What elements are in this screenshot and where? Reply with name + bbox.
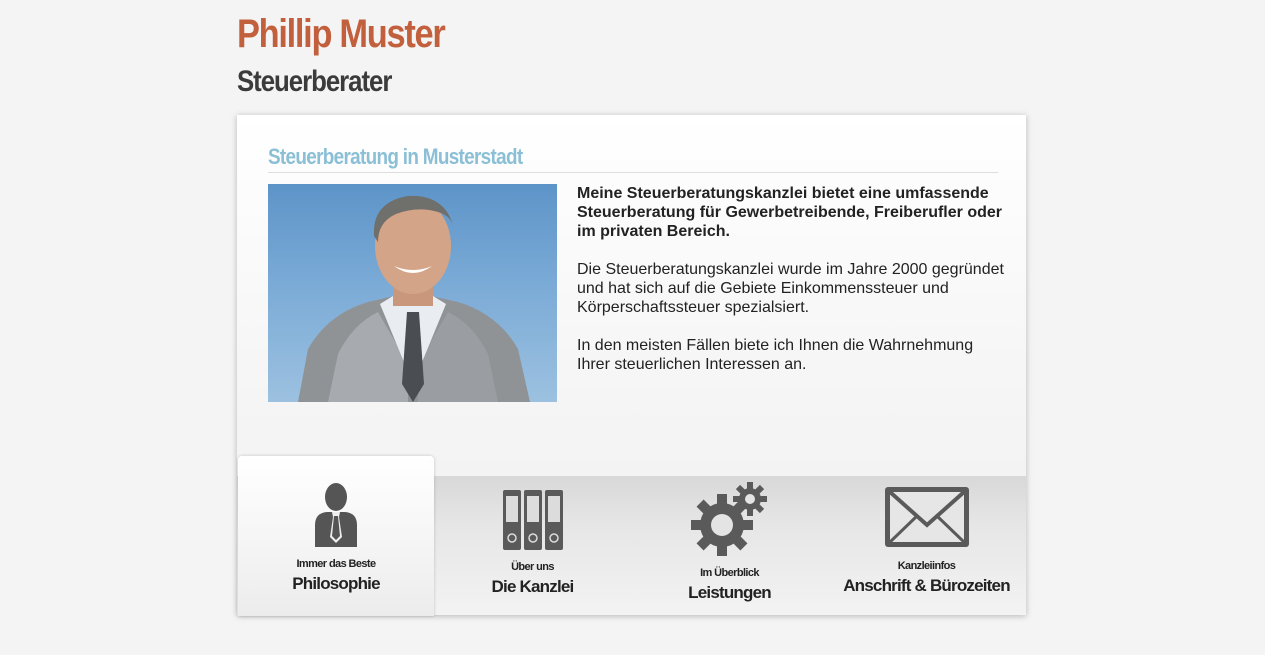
site-title[interactable]: Phillip Muster <box>237 10 446 58</box>
tab-philosophie[interactable]: Immer das Beste Philosophie <box>238 456 434 616</box>
tab-label: Philosophie <box>292 574 380 593</box>
gears-icon <box>690 481 770 562</box>
tabs-bar: Immer das Beste Philosophie Über uns Die… <box>237 456 1026 616</box>
tab-label: Leistungen <box>688 583 771 602</box>
tab-kicker: Über uns <box>511 561 554 573</box>
intro-text: Meine Steuerberatungskanzlei bietet eine… <box>577 184 1007 393</box>
site-subtitle: Steuerberater <box>237 65 392 98</box>
content-card: Steuerberatung in Musterstadt Meine Steu… <box>237 115 1026 616</box>
tab-leistungen[interactable]: Im Überblick Leistungen <box>631 476 828 615</box>
tab-kicker: Kanzleiinfos <box>897 560 956 572</box>
tab-kicker: Im Überblick <box>700 567 759 579</box>
intro-lead: Meine Steuerberatungskanzlei bietet eine… <box>577 185 1002 240</box>
tab-kicker: Immer das Beste <box>296 558 376 570</box>
tab-anschrift[interactable]: Kanzleiinfos Anschrift & Bürozeiten <box>828 476 1025 615</box>
person-icon <box>313 481 359 552</box>
section-heading: Steuerberatung in Musterstadt <box>268 143 998 173</box>
tab-kanzlei[interactable]: Über uns Die Kanzlei <box>434 476 631 615</box>
portrait-photo <box>268 184 557 402</box>
binders-icon <box>502 488 564 557</box>
intro-paragraph-1: Die Steuerberatungskanzlei wurde im Jahr… <box>577 261 1004 316</box>
tab-label: Die Kanzlei <box>491 577 575 596</box>
intro-paragraph-2: In den meisten Fällen biete ich Ihnen di… <box>577 337 974 373</box>
tab-label: Anschrift & Bürozeiten <box>843 576 1010 595</box>
site-header: Phillip Muster Steuerberater <box>237 10 478 100</box>
envelope-icon <box>883 485 971 554</box>
